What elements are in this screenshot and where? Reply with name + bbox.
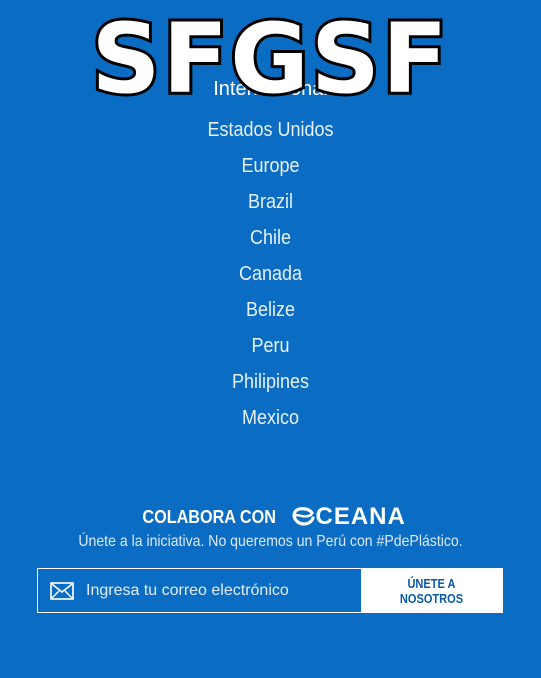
country-link[interactable]: Peru bbox=[27, 330, 514, 366]
watermark-text: SFGSF bbox=[88, 1, 450, 117]
email-input[interactable] bbox=[86, 581, 356, 600]
oceana-logo[interactable]: CEANA bbox=[291, 503, 405, 531]
newsletter-form: ÚNETE A NOSOTROS bbox=[37, 568, 503, 613]
collaborate-section: COLABORA CON CEANA Únete a la iniciativa… bbox=[0, 503, 541, 551]
join-button-label: ÚNETE A NOSOTROS bbox=[399, 575, 464, 606]
country-list: Estados Unidos Europe Brazil Chile Canad… bbox=[0, 114, 541, 438]
country-link[interactable]: Mexico bbox=[27, 402, 514, 438]
mail-icon bbox=[50, 581, 74, 600]
country-link[interactable]: Brazil bbox=[27, 186, 514, 222]
country-link[interactable]: Belize bbox=[27, 294, 514, 330]
oceana-logo-text: CEANA bbox=[315, 503, 406, 530]
country-link[interactable]: Canada bbox=[27, 258, 514, 294]
collaborate-heading: COLABORA CON CEANA bbox=[135, 503, 406, 531]
collaborate-label: COLABORA CON bbox=[142, 506, 277, 527]
country-link[interactable]: Estados Unidos bbox=[27, 114, 514, 150]
collaborate-subtitle: Únete a la iniciativa. No queremos un Pe… bbox=[78, 533, 463, 550]
join-button[interactable]: ÚNETE A NOSOTROS bbox=[361, 569, 502, 612]
country-link[interactable]: Philipines bbox=[27, 366, 514, 402]
oceana-wave-o-icon bbox=[293, 507, 316, 526]
country-link[interactable]: Chile bbox=[27, 222, 514, 258]
email-field bbox=[38, 569, 361, 612]
country-link[interactable]: Europe bbox=[27, 150, 514, 186]
